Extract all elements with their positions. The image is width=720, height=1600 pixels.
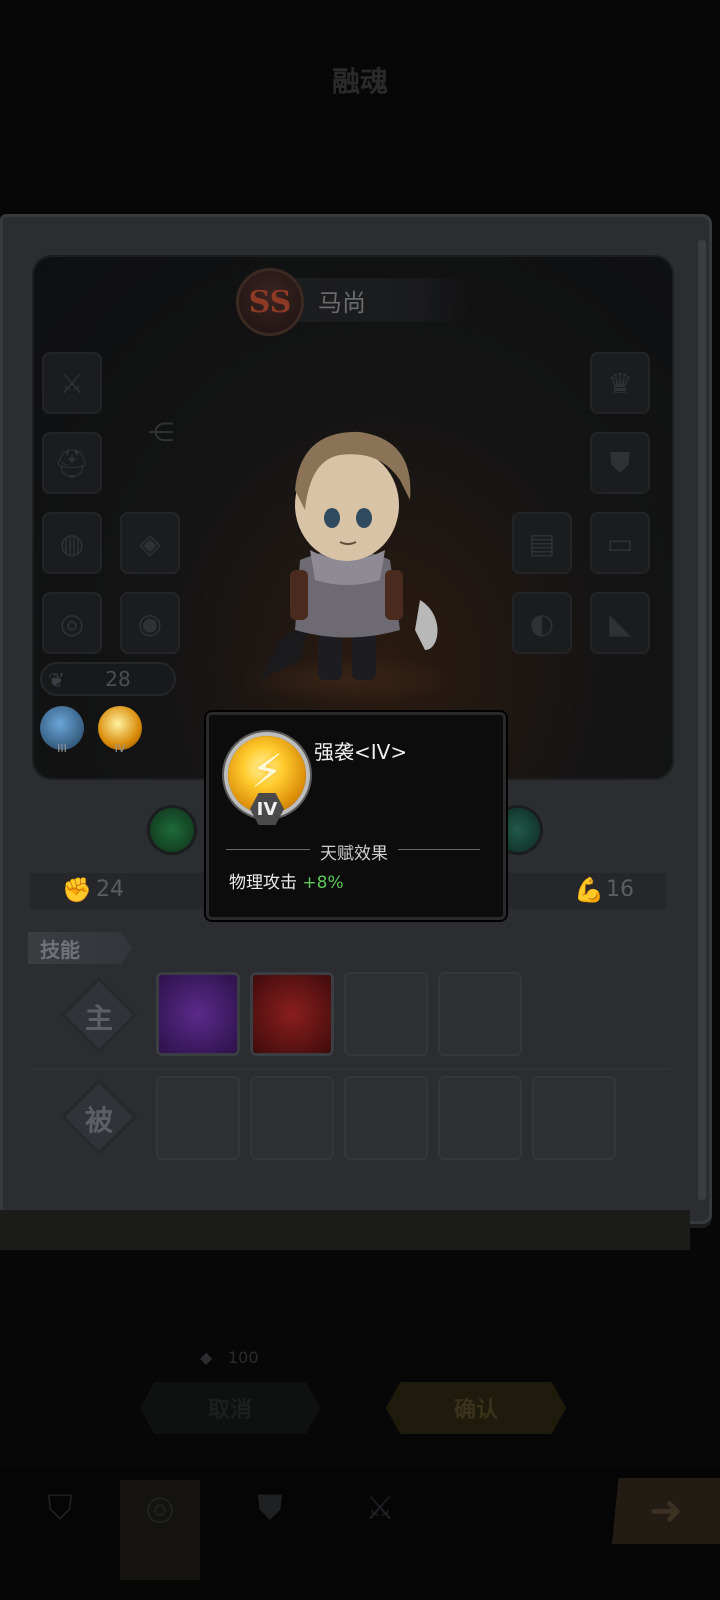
skills-tab-label: 技能 <box>40 938 80 962</box>
confirm-button[interactable]: 确认 <box>386 1382 566 1434</box>
accessory-slot-icon[interactable]: ◈ <box>120 512 180 574</box>
talent-effect-line: 物理攻击 +8% <box>229 868 344 893</box>
empty-passive-slot[interactable] <box>344 1076 428 1160</box>
active-skill-label: 主 <box>84 1002 113 1035</box>
empty-passive-slot[interactable] <box>250 1076 334 1160</box>
skill-row-divider <box>30 1068 670 1070</box>
section-divider-right <box>398 849 480 850</box>
diamond-icon: ◆ <box>200 1348 213 1367</box>
book-slot-icon[interactable]: ▤ <box>512 512 572 574</box>
effect-label: 物理攻击 <box>229 873 297 893</box>
nav-weapon-icon: ⚔ <box>364 1488 396 1528</box>
armor-slot-icon[interactable]: ⛊ <box>590 432 650 494</box>
hero-name: 马尚 <box>318 289 366 317</box>
strength-value: 16 <box>606 877 634 902</box>
hero-character-sprite <box>260 431 438 680</box>
talent-level-label: IV <box>114 742 126 755</box>
nav-item-2-selected[interactable]: ◎ <box>120 1480 200 1580</box>
passive-skill-label: 被 <box>84 1104 113 1137</box>
section-divider-left <box>226 849 310 850</box>
fist-icon: ✊ <box>62 876 92 904</box>
helmet-slot-icon[interactable]: ⛑ <box>42 432 102 494</box>
talent-effect-heading: 天赋效果 <box>320 844 388 864</box>
cancel-button[interactable]: 取消 <box>140 1382 320 1434</box>
empty-passive-slot[interactable] <box>438 1076 522 1160</box>
nav-item-4[interactable]: ⚔ <box>340 1480 420 1580</box>
next-arrow-button[interactable]: ➜ <box>612 1478 720 1544</box>
book-bottom-shadow <box>0 1210 690 1250</box>
weapon-slot-icon[interactable]: ⚔ <box>42 352 102 414</box>
ring-slot-icon[interactable]: ◎ <box>42 592 102 654</box>
power-value: 28 <box>105 667 131 691</box>
nav-emblem-icon: ⛉ <box>47 1488 73 1528</box>
eye-slot-icon[interactable]: ◐ <box>512 592 572 654</box>
pants-slot-icon[interactable]: ▭ <box>590 512 650 574</box>
empty-passive-slot[interactable] <box>156 1076 240 1160</box>
empty-skill-slot[interactable] <box>344 972 428 1056</box>
element-green-icon[interactable] <box>150 808 194 852</box>
spear-thrust-skill-icon[interactable] <box>156 972 240 1056</box>
boots-slot-icon[interactable]: ◣ <box>590 592 650 654</box>
amulet-slot-icon[interactable]: ◉ <box>120 592 180 654</box>
empty-passive-slot[interactable] <box>532 1076 616 1160</box>
rank-badge: SS <box>236 268 304 336</box>
empty-skill-slot[interactable] <box>438 972 522 1056</box>
nav-item-1[interactable]: ⛉ <box>20 1480 100 1580</box>
talent-level-label: III <box>57 742 67 755</box>
nav-item-3[interactable]: ⛊ <box>230 1480 310 1580</box>
bracer-slot-icon[interactable]: ◍ <box>42 512 102 574</box>
cost-value: 100 <box>228 1348 259 1367</box>
page-title: 融魂 <box>331 65 388 98</box>
muscle-arm-icon: 💪 <box>574 876 604 904</box>
nav-soul-icon: ◎ <box>145 1488 175 1528</box>
demon-eye-skill-icon[interactable] <box>250 972 334 1056</box>
lightning-bolt-icon: ⚡ <box>250 744 284 798</box>
mask-slot-icon[interactable]: ♛ <box>590 352 650 414</box>
attack-value: 24 <box>96 877 124 902</box>
nav-armor-icon: ⛊ <box>257 1488 283 1528</box>
effect-value: +8% <box>302 873 344 893</box>
talent-title: 强袭<IV> <box>314 740 408 764</box>
fishbone-icon: ⋲ <box>148 418 174 448</box>
book-spine-edge <box>698 240 706 1200</box>
